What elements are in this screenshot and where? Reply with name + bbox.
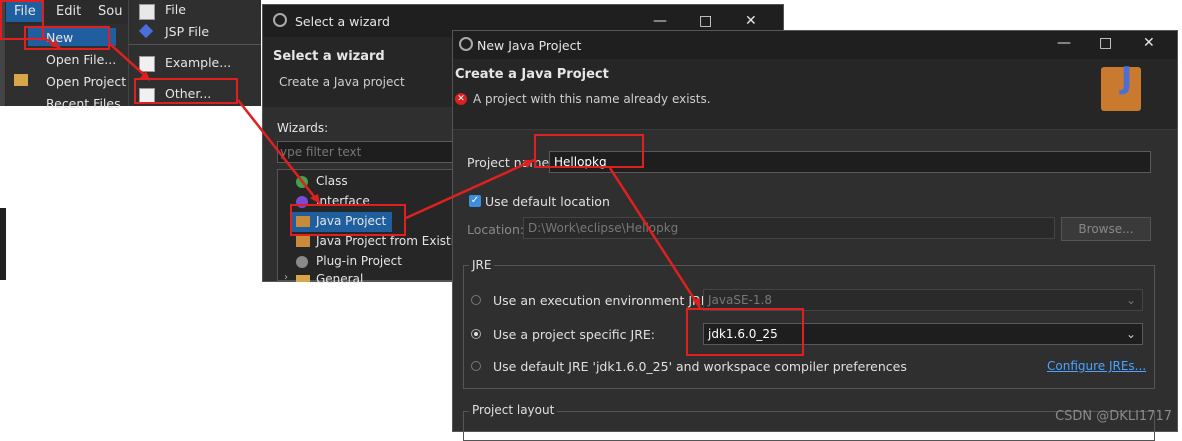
arrow-name-to-jre [608,167,702,309]
watermark: CSDN @DKLI1717 [1055,409,1172,424]
annotation-arrows [43,36,702,309]
arrow-other-to-java [237,99,321,205]
arrow-java-to-name [405,158,535,220]
